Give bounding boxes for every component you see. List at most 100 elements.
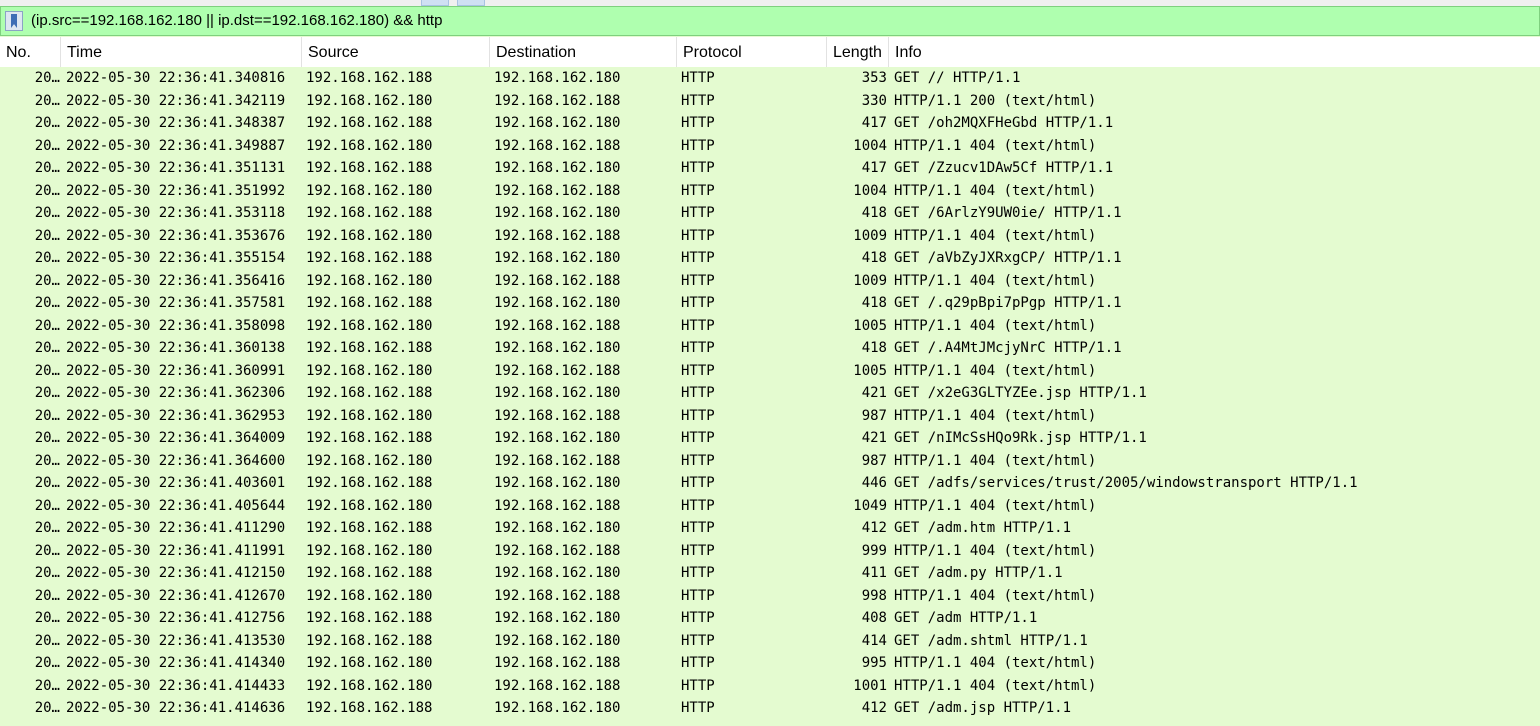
- packet-row[interactable]: 20… 2022-05-30 22:36:41.412150 192.168.162…: [0, 562, 1540, 584]
- cell-source: 192.168.162.188: [306, 700, 433, 716]
- cell-info: GET /adm HTTP/1.1: [894, 610, 1038, 626]
- packet-row[interactable]: 20… 2022-05-30 22:36:41.348387 192.168.162…: [0, 112, 1540, 134]
- packet-row[interactable]: 20… 2022-05-30 22:36:41.351992 192.168.162…: [0, 179, 1540, 202]
- cell-time: 2022-05-30 22:36:41.340816: [66, 70, 286, 86]
- cell-protocol: HTTP: [681, 137, 715, 154]
- packet-row[interactable]: 20… 2022-05-30 22:36:41.364009 192.168.162…: [0, 427, 1540, 449]
- cell-source: 192.168.162.188: [306, 385, 433, 401]
- cell-destination: 192.168.162.188: [494, 317, 621, 334]
- display-filter-input[interactable]: (ip.src==192.168.162.180 || ip.dst==192.…: [31, 12, 442, 29]
- cell-destination: 192.168.162.180: [494, 632, 621, 649]
- column-header-source[interactable]: Source: [302, 37, 490, 68]
- cell-protocol: HTTP: [681, 340, 715, 356]
- packet-row[interactable]: 20… 2022-05-30 22:36:41.362306 192.168.162…: [0, 382, 1540, 404]
- cell-source: 192.168.162.188: [306, 632, 433, 649]
- cell-time: 2022-05-30 22:36:41.342119: [66, 92, 286, 109]
- column-header-length[interactable]: Length: [827, 37, 889, 68]
- cell-source: 192.168.162.180: [306, 137, 433, 154]
- column-header-no[interactable]: No.: [0, 37, 61, 68]
- column-header-info[interactable]: Info: [889, 37, 1540, 68]
- packet-row[interactable]: 20… 2022-05-30 22:36:41.340816 192.168.162…: [0, 67, 1540, 89]
- packet-row[interactable]: 20… 2022-05-30 22:36:41.364600 192.168.162…: [0, 449, 1540, 472]
- cell-source: 192.168.162.188: [306, 565, 433, 581]
- column-header-destination[interactable]: Destination: [490, 37, 677, 68]
- cell-time: 2022-05-30 22:36:41.364009: [66, 430, 286, 446]
- cell-length: 995: [861, 655, 887, 671]
- packet-row[interactable]: 20… 2022-05-30 22:36:41.358098 192.168.162…: [0, 314, 1540, 337]
- cell-info: GET /adm.jsp HTTP/1.1: [894, 700, 1072, 716]
- cell-info: GET /6ArlzY9UW0ie/ HTTP/1.1: [894, 205, 1122, 221]
- cell-time: 2022-05-30 22:36:41.414636: [66, 700, 286, 716]
- cell-length: 418: [861, 295, 887, 311]
- cell-source: 192.168.162.180: [306, 182, 433, 199]
- packet-row[interactable]: 20… 2022-05-30 22:36:41.405644 192.168.162…: [0, 494, 1540, 517]
- packet-row[interactable]: 20… 2022-05-30 22:36:41.411991 192.168.162…: [0, 539, 1540, 562]
- packet-row[interactable]: 20… 2022-05-30 22:36:41.412756 192.168.162…: [0, 607, 1540, 629]
- cell-no: 20…: [34, 227, 60, 244]
- cell-length: 411: [861, 565, 887, 581]
- cell-protocol: HTTP: [681, 565, 715, 581]
- bookmark-icon[interactable]: [5, 11, 23, 31]
- cell-destination: 192.168.162.188: [494, 182, 621, 199]
- cell-no: 20…: [34, 317, 60, 334]
- cell-source: 192.168.162.180: [306, 452, 433, 469]
- packet-row[interactable]: 20… 2022-05-30 22:36:41.411290 192.168.162…: [0, 517, 1540, 539]
- cell-destination: 192.168.162.188: [494, 362, 621, 379]
- cell-no: 20…: [34, 182, 60, 199]
- packet-row[interactable]: 20… 2022-05-30 22:36:41.355154 192.168.162…: [0, 247, 1540, 269]
- cell-destination: 192.168.162.188: [494, 137, 621, 154]
- column-header-protocol[interactable]: Protocol: [677, 37, 827, 68]
- cell-info: HTTP/1.1 200 (text/html): [894, 92, 1097, 109]
- cell-source: 192.168.162.188: [306, 520, 433, 536]
- cell-no: 20…: [34, 362, 60, 379]
- packet-row[interactable]: 20… 2022-05-30 22:36:41.353676 192.168.162…: [0, 224, 1540, 247]
- packet-row[interactable]: 20… 2022-05-30 22:36:41.349887 192.168.162…: [0, 134, 1540, 157]
- cell-protocol: HTTP: [681, 542, 715, 559]
- cell-time: 2022-05-30 22:36:41.355154: [66, 250, 286, 266]
- packet-row[interactable]: 20… 2022-05-30 22:36:41.353118 192.168.162…: [0, 202, 1540, 224]
- packet-row[interactable]: 20… 2022-05-30 22:36:41.412670 192.168.162…: [0, 584, 1540, 607]
- cell-source: 192.168.162.180: [306, 587, 433, 604]
- cell-destination: 192.168.162.188: [494, 92, 621, 109]
- cell-protocol: HTTP: [681, 182, 715, 199]
- cell-info: GET /adm.py HTTP/1.1: [894, 565, 1063, 581]
- cell-no: 20…: [34, 205, 60, 221]
- cell-info: GET /nIMcSsHQo9Rk.jsp HTTP/1.1: [894, 430, 1147, 446]
- cell-protocol: HTTP: [681, 475, 715, 491]
- display-filter-bar[interactable]: (ip.src==192.168.162.180 || ip.dst==192.…: [0, 6, 1540, 36]
- cell-time: 2022-05-30 22:36:41.351131: [66, 160, 286, 176]
- cell-length: 417: [861, 115, 887, 131]
- cell-no: 20…: [34, 160, 60, 176]
- cell-protocol: HTTP: [681, 497, 715, 514]
- packet-row[interactable]: 20… 2022-05-30 22:36:41.351131 192.168.162…: [0, 157, 1540, 179]
- cell-time: 2022-05-30 22:36:41.358098: [66, 317, 286, 334]
- cell-time: 2022-05-30 22:36:41.362953: [66, 407, 286, 424]
- packet-row[interactable]: 20… 2022-05-30 22:36:41.403601 192.168.162…: [0, 472, 1540, 494]
- packet-row[interactable]: 20… 2022-05-30 22:36:41.414433 192.168.162…: [0, 674, 1540, 697]
- cell-time: 2022-05-30 22:36:41.413530: [66, 632, 286, 649]
- cell-length: 408: [861, 610, 887, 626]
- column-header-time[interactable]: Time: [61, 37, 302, 68]
- packet-row[interactable]: 20… 2022-05-30 22:36:41.360138 192.168.162…: [0, 337, 1540, 359]
- packet-row[interactable]: 20… 2022-05-30 22:36:41.413530 192.168.162…: [0, 629, 1540, 652]
- cell-length: 1004: [853, 137, 887, 154]
- cell-no: 20…: [34, 272, 60, 289]
- packet-list-header: No. Time Source Destination Protocol Len…: [0, 37, 1540, 69]
- cell-no: 20…: [34, 385, 60, 401]
- packet-list[interactable]: 20… 2022-05-30 22:36:41.340816 192.168.162…: [0, 67, 1540, 726]
- packet-row[interactable]: 20… 2022-05-30 22:36:41.356416 192.168.162…: [0, 269, 1540, 292]
- packet-row[interactable]: 20… 2022-05-30 22:36:41.362953 192.168.162…: [0, 404, 1540, 427]
- packet-row[interactable]: 20… 2022-05-30 22:36:41.414340 192.168.162…: [0, 652, 1540, 674]
- cell-info: HTTP/1.1 404 (text/html): [894, 272, 1097, 289]
- cell-info: GET /adm.shtml HTTP/1.1: [894, 632, 1088, 649]
- packet-row[interactable]: 20… 2022-05-30 22:36:41.360991 192.168.162…: [0, 359, 1540, 382]
- cell-info: HTTP/1.1 404 (text/html): [894, 227, 1097, 244]
- packet-row[interactable]: 20… 2022-05-30 22:36:41.342119 192.168.162…: [0, 89, 1540, 112]
- packet-row[interactable]: 20… 2022-05-30 22:36:41.357581 192.168.162…: [0, 292, 1540, 314]
- cell-source: 192.168.162.188: [306, 160, 433, 176]
- cell-protocol: HTTP: [681, 385, 715, 401]
- cell-time: 2022-05-30 22:36:41.360138: [66, 340, 286, 356]
- cell-source: 192.168.162.188: [306, 115, 433, 131]
- packet-row[interactable]: 20… 2022-05-30 22:36:41.414636 192.168.162…: [0, 697, 1540, 719]
- cell-time: 2022-05-30 22:36:41.349887: [66, 137, 286, 154]
